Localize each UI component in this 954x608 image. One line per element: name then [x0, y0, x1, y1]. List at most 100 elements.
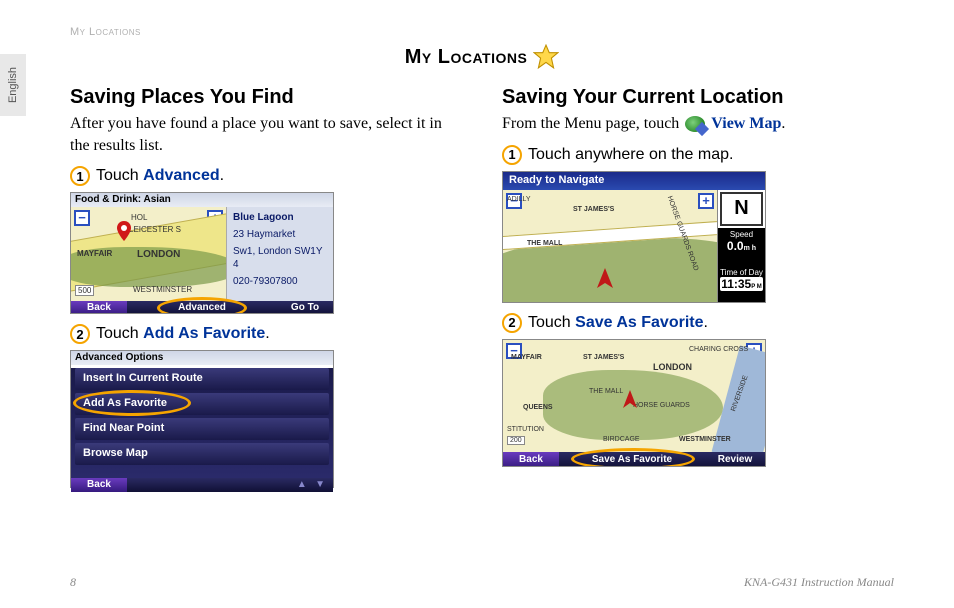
map-scale: 200: [507, 436, 525, 445]
option-browse-map[interactable]: Browse Map: [75, 443, 329, 465]
left-column: Saving Places You Find After you have fo…: [70, 86, 462, 496]
position-arrow-icon: [597, 268, 613, 288]
zoom-in-icon[interactable]: +: [698, 193, 714, 209]
panel-label: Time of Day: [720, 268, 763, 277]
screenshot-place-detail: Food & Drink: Asian − + HOL LEICESTER S …: [70, 192, 334, 314]
step-number-icon: 2: [70, 324, 90, 344]
screenshot-navigate-map: Ready to Navigate − + ADILLY ST JAMES'S …: [502, 171, 766, 303]
view-map-icon: [685, 116, 705, 132]
back-button[interactable]: Back: [71, 478, 127, 492]
step-number-icon: 1: [70, 166, 90, 186]
map-label: WESTMINSTER: [133, 285, 192, 294]
time-suffix: P M: [751, 284, 762, 290]
left-step-1: 1 Touch Advanced.: [70, 166, 462, 186]
map-label: BIRDCAGE: [603, 436, 640, 443]
place-name: Blue Lagoon: [233, 211, 327, 224]
left-intro: After you have found a place you want to…: [70, 113, 462, 156]
speed-unit: m h: [744, 245, 756, 252]
sc3-side-panel: N Speed 0.0m h Time of Day 11:35P M: [717, 190, 765, 303]
map-label: MAYFAIR: [77, 249, 112, 258]
intro-text: .: [781, 115, 785, 132]
map-label: LONDON: [653, 362, 692, 372]
screenshot-advanced-options: Advanced Options Insert In Current Route…: [70, 350, 334, 488]
option-insert-route[interactable]: Insert In Current Route: [75, 368, 329, 390]
map-label: THE MALL: [589, 388, 623, 395]
place-phone: 020-79307800: [233, 275, 327, 288]
step-text: .: [265, 325, 269, 342]
sc2-options-list: Insert In Current Route Add As Favorite …: [71, 368, 333, 478]
right-heading: Saving Your Current Location: [502, 86, 894, 109]
map-label: HOL: [131, 213, 147, 222]
advanced-button[interactable]: Advanced: [127, 301, 277, 314]
page-title: My Locations: [70, 44, 894, 70]
step-text: Touch anywhere on the map.: [528, 146, 733, 164]
option-label: Add As Favorite: [83, 397, 167, 409]
left-heading: Saving Places You Find: [70, 86, 462, 109]
map-label: ST JAMES'S: [573, 206, 614, 213]
map-label: WESTMINSTER: [679, 436, 731, 443]
map-label: STITUTION: [507, 426, 544, 433]
sc2-title-bar: Advanced Options: [71, 351, 333, 365]
scroll-arrows[interactable]: ▲ ▼: [127, 478, 333, 492]
goto-button[interactable]: Go To: [277, 301, 333, 314]
step-link: Save As Favorite: [575, 314, 703, 331]
map-label: ADILLY: [507, 196, 531, 203]
speed-panel: Speed 0.0m h: [718, 228, 765, 266]
sc1-info-panel: Blue Lagoon 23 Haymarket Sw1, London SW1…: [227, 207, 333, 301]
map-label: QUEENS: [523, 404, 553, 411]
map-label: THE MALL: [527, 240, 562, 247]
step-link: Advanced: [143, 167, 219, 184]
save-as-favorite-button[interactable]: Save As Favorite: [559, 452, 705, 467]
option-add-favorite[interactable]: Add As Favorite: [75, 393, 329, 415]
back-button[interactable]: Back: [71, 301, 127, 314]
right-column: Saving Your Current Location From the Me…: [502, 86, 894, 496]
zoom-out-icon[interactable]: −: [74, 210, 90, 226]
step-number-icon: 1: [502, 145, 522, 165]
star-icon: [533, 44, 559, 70]
place-address: Sw1, London SW1Y 4: [233, 245, 327, 271]
sc4-map[interactable]: − + MAYFAIR ST JAMES'S LONDON CHARING CR…: [503, 340, 765, 452]
screenshot-save-favorite-map: − + MAYFAIR ST JAMES'S LONDON CHARING CR…: [502, 339, 766, 467]
sc1-map[interactable]: − + HOL LEICESTER S MAYFAIR LONDON WESTM…: [71, 207, 227, 301]
right-step-1: 1 Touch anywhere on the map.: [502, 145, 894, 165]
step-number-icon: 2: [502, 313, 522, 333]
map-pin-icon: [117, 221, 131, 241]
map-label: CHARING CROSS: [689, 346, 748, 353]
back-button[interactable]: Back: [503, 452, 559, 467]
review-button[interactable]: Review: [705, 452, 765, 467]
map-label: HORSE GUARDS: [633, 402, 690, 409]
time-panel: Time of Day 11:35P M: [718, 266, 765, 303]
step-text: .: [220, 167, 224, 184]
map-label: LEICESTER S: [129, 225, 181, 234]
panel-label: Speed: [720, 230, 763, 239]
left-step-2: 2 Touch Add As Favorite.: [70, 324, 462, 344]
place-address: 23 Haymarket: [233, 228, 327, 241]
step-text: .: [704, 314, 708, 331]
north-indicator[interactable]: N: [720, 192, 763, 226]
sc3-map[interactable]: − + ADILLY ST JAMES'S THE MALL HORSE GUA…: [503, 190, 717, 303]
step-text: Touch: [96, 325, 143, 342]
button-label: Advanced: [178, 302, 226, 313]
manual-title: KNA-G431 Instruction Manual: [744, 575, 894, 590]
time-value: 11:35: [721, 277, 751, 291]
step-link: Add As Favorite: [143, 325, 265, 342]
speed-value: 0.0: [727, 239, 744, 253]
option-find-near[interactable]: Find Near Point: [75, 418, 329, 440]
map-label: ST JAMES'S: [583, 354, 624, 361]
header-breadcrumb: My Locations: [70, 26, 894, 38]
sc3-title-bar: Ready to Navigate: [503, 172, 765, 190]
map-scale: 500: [75, 285, 94, 296]
page-title-text: My Locations: [405, 46, 528, 69]
page-number: 8: [70, 575, 76, 590]
map-label: LONDON: [137, 249, 180, 260]
intro-link: View Map: [711, 115, 781, 132]
position-arrow-icon: [623, 390, 637, 408]
button-label: Save As Favorite: [592, 454, 672, 465]
sc1-title-bar: Food & Drink: Asian: [71, 193, 333, 207]
intro-text: From the Menu page, touch: [502, 115, 683, 132]
right-intro: From the Menu page, touch View Map.: [502, 113, 894, 135]
step-text: Touch: [528, 314, 575, 331]
map-label: MAYFAIR: [511, 354, 542, 361]
page-footer: 8 KNA-G431 Instruction Manual: [70, 575, 894, 590]
right-step-2: 2 Touch Save As Favorite.: [502, 313, 894, 333]
